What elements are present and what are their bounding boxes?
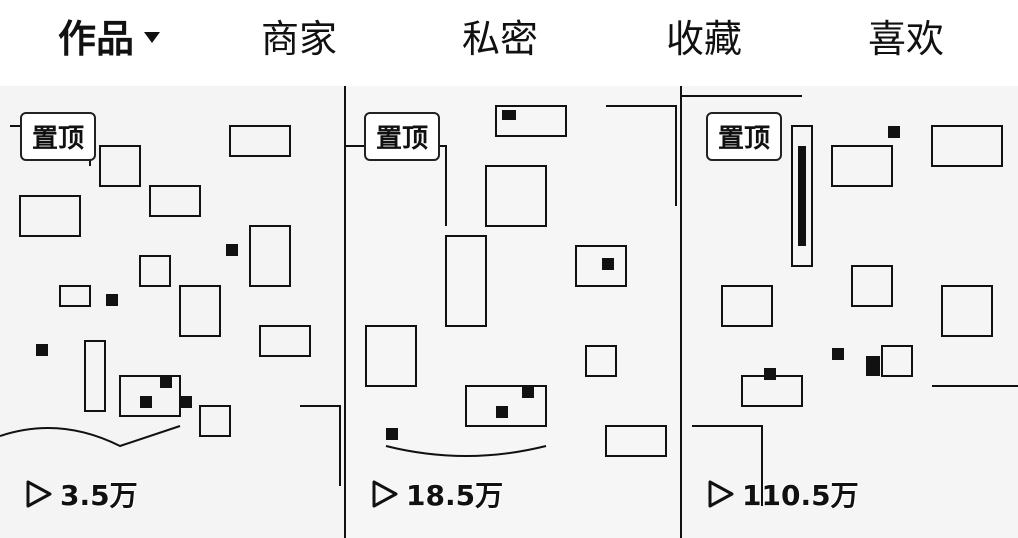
profile-tab-bar: 作品 商家 私密 收藏 喜欢 [0, 0, 1018, 78]
tab-works-label: 作品 [58, 16, 135, 61]
profile-works-screen: 作品 商家 私密 收藏 喜欢 置顶 3.5万 置顶 18.5万 置顶 110.5… [0, 0, 1018, 538]
play-icon [368, 478, 400, 510]
play-count: 110.5万 [704, 474, 859, 514]
video-tile[interactable]: 置顶 110.5万 [682, 86, 1018, 538]
tab-shop-label: 商家 [261, 16, 338, 61]
play-icon [704, 478, 736, 510]
tab-private[interactable]: 私密 [462, 10, 539, 61]
tab-collections[interactable]: 收藏 [666, 10, 743, 61]
pinned-badge: 置顶 [20, 112, 97, 161]
play-count: 3.5万 [22, 474, 138, 514]
tab-shop[interactable]: 商家 [261, 10, 338, 61]
tab-likes-label: 喜欢 [868, 16, 945, 61]
play-count-value: 110.5万 [742, 479, 859, 512]
caret-down-icon[interactable] [144, 31, 161, 43]
tab-works[interactable]: 作品 [58, 10, 161, 61]
video-grid: 置顶 3.5万 置顶 18.5万 置顶 110.5万 [0, 86, 1018, 538]
play-count: 18.5万 [368, 474, 503, 514]
tab-likes[interactable]: 喜欢 [868, 10, 945, 61]
play-icon [22, 478, 54, 510]
video-tile[interactable]: 置顶 3.5万 [0, 86, 346, 538]
play-count-value: 3.5万 [60, 479, 138, 512]
video-tile[interactable]: 置顶 18.5万 [346, 86, 682, 538]
tab-collections-label: 收藏 [666, 16, 743, 61]
play-count-value: 18.5万 [406, 479, 504, 512]
pinned-badge: 置顶 [706, 112, 783, 161]
tab-private-label: 私密 [462, 16, 539, 61]
pinned-badge: 置顶 [364, 112, 441, 161]
